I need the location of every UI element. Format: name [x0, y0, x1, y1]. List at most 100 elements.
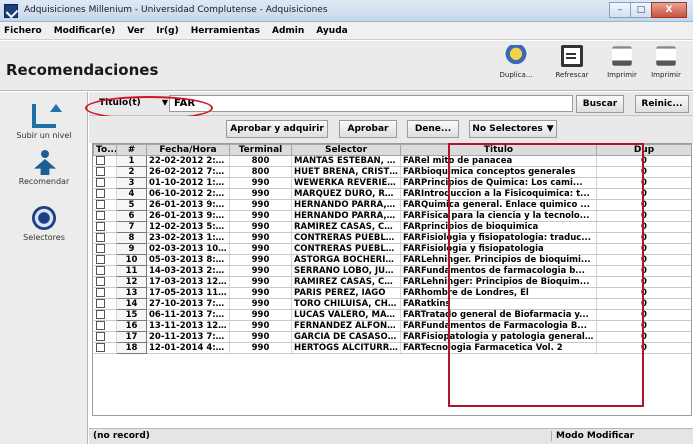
- row-terminal: 990: [229, 342, 292, 354]
- column-header-dup[interactable]: Dup: [596, 144, 691, 156]
- close-button[interactable]: X: [651, 2, 687, 18]
- approve-and-acquire-button[interactable]: Aprobar y adquirir: [226, 120, 328, 138]
- row-checkbox[interactable]: [95, 299, 105, 308]
- reset-button[interactable]: Reinic...: [635, 95, 689, 113]
- table-row[interactable]: 301-10-2012 1:28PM990WEWERKA REVERIEG...…: [93, 177, 691, 189]
- status-mode: Modo Modificar: [551, 431, 634, 441]
- row-checkbox[interactable]: [95, 211, 105, 220]
- menu-modificar[interactable]: Modificar(e): [54, 26, 116, 36]
- menu-fichero[interactable]: Fichero: [4, 26, 42, 36]
- window-titlebar: Adquisiciones Millenium - Universidad Co…: [0, 0, 693, 22]
- table-row[interactable]: 526-01-2013 9:32PM990HERNANDO PARRA, C..…: [93, 199, 691, 211]
- row-checkbox[interactable]: [95, 255, 105, 264]
- row-checkbox[interactable]: [95, 321, 105, 330]
- row-title-prefix: FAR: [403, 200, 421, 210]
- column-header-title[interactable]: Titulo: [400, 144, 597, 156]
- row-terminal: 990: [229, 320, 292, 332]
- row-selector: ASTORGA BOCHERINI,...: [291, 254, 401, 266]
- row-terminal: 990: [229, 276, 292, 288]
- row-terminal: 990: [229, 309, 292, 321]
- table-row[interactable]: 902-03-2013 10:51AM990CONTRERAS PUEBLA, …: [93, 243, 691, 255]
- table-row[interactable]: 1720-11-2013 7:53AM990GARCIA DE CASASOL.…: [93, 331, 691, 343]
- sidebar-item-selectors[interactable]: Selectores: [0, 206, 88, 242]
- table-row[interactable]: 122-02-2012 2:33PM800MANTAS ESTEBAN, A..…: [93, 155, 691, 167]
- row-date: 23-02-2013 1:11PM: [146, 232, 230, 244]
- deny-button[interactable]: Dene...: [407, 120, 459, 138]
- row-checkbox[interactable]: [95, 266, 105, 275]
- row-checkbox[interactable]: [95, 167, 105, 176]
- approve-button[interactable]: Aprobar: [339, 120, 397, 138]
- column-header-terminal[interactable]: Terminal: [229, 144, 292, 156]
- search-button[interactable]: Buscar: [576, 95, 624, 113]
- sidebar-item-recommend[interactable]: Recomendar: [0, 150, 88, 186]
- duplicate-button[interactable]: Duplica...: [488, 45, 544, 89]
- table-row[interactable]: 226-02-2012 7:41PM800HUET BREÑA, CRISTIN…: [93, 166, 691, 178]
- row-title-prefix: FAR: [403, 266, 421, 276]
- row-checkbox-cell: [93, 298, 117, 310]
- row-checkbox-cell: [93, 309, 117, 321]
- chevron-down-icon: ▼: [546, 124, 554, 134]
- minimize-button[interactable]: –: [609, 2, 631, 18]
- row-checkbox[interactable]: [95, 222, 105, 231]
- row-title-prefix: FAR: [403, 167, 421, 177]
- table-row[interactable]: 1427-10-2013 7:20PM990TORO CHILUISA, CHR…: [93, 298, 691, 310]
- row-date: 12-02-2013 5:18PM: [146, 221, 230, 233]
- row-checkbox[interactable]: [95, 178, 105, 187]
- table-row[interactable]: 823-02-2013 1:11PM990CONTRERAS PUEBLA, .…: [93, 232, 691, 244]
- row-title: FARLehninger. Principios de bioquimi...: [400, 254, 597, 266]
- table-row[interactable]: 1317-05-2013 11:48AM990PARIS PEREZ, IAGO…: [93, 287, 691, 299]
- row-selector: PARIS PEREZ, IAGO: [291, 287, 401, 299]
- column-header-number[interactable]: #: [116, 144, 147, 156]
- row-number: 2: [116, 166, 147, 178]
- row-checkbox[interactable]: [95, 244, 105, 253]
- column-header-date[interactable]: Fecha/Hora: [146, 144, 230, 156]
- maximize-button[interactable]: □: [630, 2, 652, 18]
- menu-ir[interactable]: Ir(g): [156, 26, 178, 36]
- table-row[interactable]: 1812-01-2014 4:27PM990HERTOGS ALCITURRI,…: [93, 342, 691, 354]
- row-title-text: Principios de Quimica: Los cami...: [420, 178, 583, 188]
- row-title-prefix: FAR: [403, 233, 421, 243]
- row-checkbox[interactable]: [95, 200, 105, 209]
- column-header-to[interactable]: To...: [93, 144, 117, 156]
- menu-ayuda[interactable]: Ayuda: [316, 26, 347, 36]
- selectors-filter-dropdown[interactable]: No Selectores ▼: [469, 120, 557, 138]
- table-row[interactable]: 1613-11-2013 12:54PM990FERNÁNDEZ ALFONSO…: [93, 320, 691, 332]
- table-row[interactable]: 626-01-2013 9:33PM990HERNANDO PARRA, C..…: [93, 210, 691, 222]
- refresh-label: Refrescar: [555, 71, 589, 79]
- table-row[interactable]: 1114-03-2013 2:43PM990SERRANO LOBO, JULI…: [93, 265, 691, 277]
- menu-herramientas[interactable]: Herramientas: [191, 26, 260, 36]
- table-body: 122-02-2012 2:33PM800MANTAS ESTEBAN, A..…: [93, 155, 691, 354]
- row-checkbox[interactable]: [95, 189, 105, 198]
- row-terminal: 990: [229, 199, 292, 211]
- table-row[interactable]: 712-02-2013 5:18PM990RAMIREZ CASAS, CAR.…: [93, 221, 691, 233]
- column-header-selector[interactable]: Selector: [291, 144, 401, 156]
- table-row[interactable]: 1005-03-2013 8:07AM990ASTORGA BOCHERINI,…: [93, 254, 691, 266]
- row-number: 9: [116, 243, 147, 255]
- row-checkbox[interactable]: [95, 310, 105, 319]
- print-button-2[interactable]: Imprimir: [638, 45, 693, 89]
- refresh-button[interactable]: Refrescar: [544, 45, 600, 89]
- row-title-text: el mito de panacea: [420, 156, 513, 166]
- sidebar-item-up-level[interactable]: Subir un nivel: [0, 104, 88, 140]
- table-row[interactable]: 1506-11-2013 7:32PM990LUCAS VALERO, MAR.…: [93, 309, 691, 321]
- table-row[interactable]: 406-10-2012 2:01PM990MARQUEZ DURO, RAQ..…: [93, 188, 691, 200]
- row-title-text: principios de bioquimica: [420, 222, 539, 232]
- row-checkbox[interactable]: [95, 156, 105, 165]
- row-date: 05-03-2013 8:07AM: [146, 254, 230, 266]
- row-title-text: Lehninger: Principios de Bioquim...: [420, 277, 590, 287]
- search-field-select[interactable]: Titulo(t) ▼: [95, 95, 170, 112]
- search-input[interactable]: [169, 95, 573, 112]
- row-checkbox[interactable]: [95, 332, 105, 341]
- row-checkbox[interactable]: [95, 343, 105, 352]
- row-title: FARhombre de Londres, El: [400, 287, 597, 299]
- menu-ver[interactable]: Ver: [127, 26, 144, 36]
- row-date: 27-10-2013 7:20PM: [146, 298, 230, 310]
- table-row[interactable]: 1217-03-2013 12:40PM990RAMIREZ CASAS, CA…: [93, 276, 691, 288]
- actions-row: Aprobar y adquirir Aprobar Dene... No Se…: [89, 116, 693, 143]
- app-icon: [4, 4, 18, 18]
- row-checkbox[interactable]: [95, 288, 105, 297]
- row-checkbox-cell: [93, 342, 117, 354]
- row-checkbox[interactable]: [95, 277, 105, 286]
- menu-admin[interactable]: Admin: [272, 26, 304, 36]
- row-checkbox[interactable]: [95, 233, 105, 242]
